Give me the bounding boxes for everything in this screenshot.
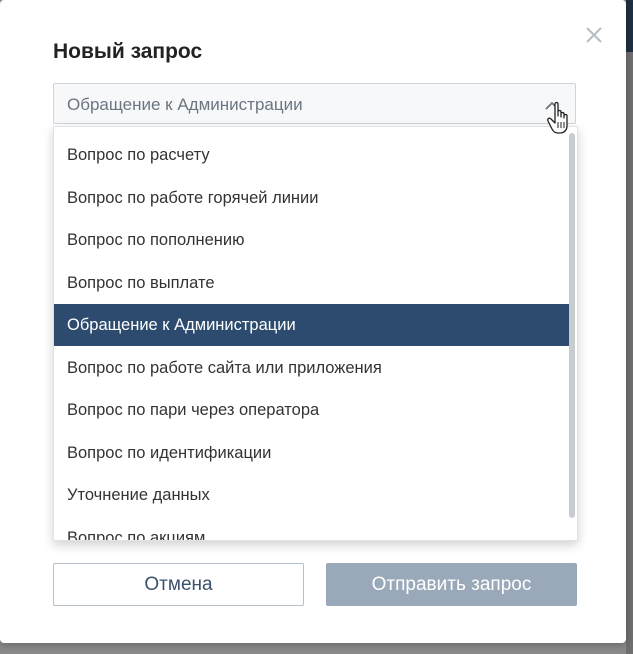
submit-request-button[interactable]: Отправить запрос — [326, 563, 577, 606]
cancel-button[interactable]: Отмена — [53, 563, 304, 606]
dropdown-option[interactable]: Уточнение данных — [54, 474, 570, 516]
page-backdrop — [626, 0, 633, 654]
new-request-dialog: Новый запрос Обращение к Администрации В… — [0, 0, 626, 643]
select-value: Обращение к Администрации — [67, 95, 303, 114]
hand-cursor-icon — [546, 100, 574, 136]
dropdown-option[interactable]: Вопрос по расчету — [54, 134, 570, 176]
request-type-select[interactable]: Обращение к Администрации — [53, 83, 576, 124]
dropdown-scrollbar[interactable] — [569, 133, 575, 518]
dropdown-option[interactable]: Вопрос по пари через оператора — [54, 389, 570, 431]
dropdown-option[interactable]: Вопрос по работе сайта или приложения — [54, 347, 570, 389]
dropdown-option[interactable]: Вопрос по работе горячей линии — [54, 177, 570, 219]
backdrop-header-band — [626, 0, 633, 52]
dropdown-option[interactable]: Вопрос по акциям — [54, 517, 570, 541]
dropdown-option[interactable]: Вопрос по выплате — [54, 262, 570, 304]
close-icon[interactable] — [583, 24, 605, 46]
dropdown-option[interactable]: Обращение к Администрации — [54, 304, 570, 346]
dropdown-option[interactable]: Вопрос по идентификации — [54, 432, 570, 474]
dropdown-option[interactable]: Вопрос по пополнению — [54, 219, 570, 261]
request-type-dropdown: Вопрос по расчету Вопрос по работе горяче… — [53, 126, 578, 541]
dialog-title: Новый запрос — [53, 40, 203, 63]
